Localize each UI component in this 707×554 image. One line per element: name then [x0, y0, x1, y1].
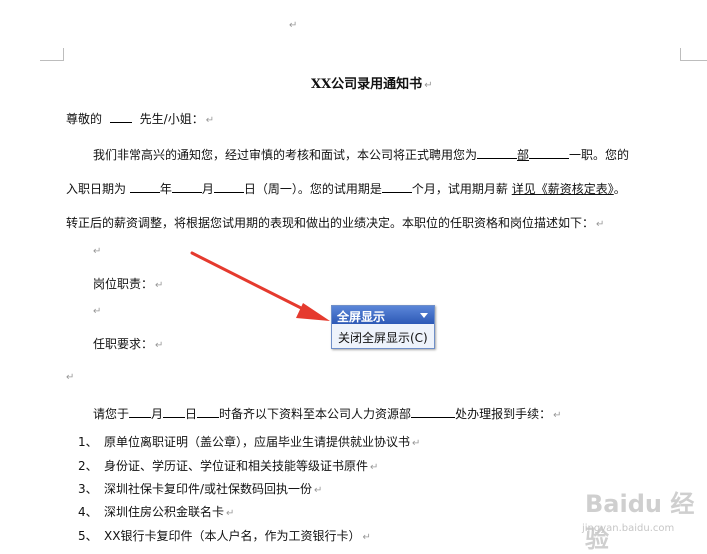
list-item[interactable]: 2、 身份证、学历证、学位证和相关技能等级证书原件 ↵ — [78, 457, 378, 474]
list-item[interactable]: 5、 XX银行卡复印件（本人户名，作为工资银行卡） ↵ — [78, 527, 371, 544]
list-item-text: XX银行卡复印件（本人户名，作为工资银行卡） — [104, 529, 361, 543]
watermark-logo: Baidu 经验 — [585, 490, 695, 553]
report-month-label: 月 — [151, 407, 164, 421]
list-item[interactable]: 3、 深圳社保卡复印件/或社保数码回执一份 ↵ — [78, 480, 322, 497]
salary-label: 个月，试用期月薪 — [411, 182, 508, 196]
annotation-arrow-icon — [190, 251, 330, 321]
watermark-url: jingyan.baidu.com — [582, 523, 675, 534]
paragraph-mark: ↵ — [553, 410, 562, 421]
requirements-label: 任职要求： — [93, 337, 154, 351]
list-item-number: 4、 — [78, 505, 98, 519]
day-blank — [213, 180, 244, 193]
year-blank — [129, 180, 160, 193]
crop-mark-left — [40, 60, 64, 61]
paragraph-mark: ↵ — [424, 80, 433, 91]
dept-label: 部 — [517, 148, 530, 162]
report-text-c: 处办理报到手续： — [455, 407, 552, 421]
paragraph-mark: ↵ — [314, 485, 323, 496]
list-item-number: 3、 — [78, 482, 98, 496]
chevron-down-icon[interactable] — [420, 313, 428, 318]
paragraph-mark: ↵ — [155, 340, 164, 351]
period: 。 — [613, 182, 626, 196]
report-day-label: 日 — [185, 407, 198, 421]
list-item-number: 5、 — [78, 529, 98, 543]
list-item-text: 深圳住房公积金联名卡 — [104, 505, 225, 519]
crop-mark-right-vertical — [680, 48, 681, 61]
month-label: 月 — [201, 182, 214, 196]
report-month-blank — [129, 405, 152, 418]
list-item-text: 深圳社保卡复印件/或社保数码回执一份 — [104, 482, 313, 496]
close-fullscreen-button[interactable]: 关闭全屏显示(C) — [334, 326, 432, 347]
document-title[interactable]: XX公司录用通知书 ↵ — [311, 73, 433, 92]
day-label: 日（周一）。您的试用期是 — [243, 182, 382, 196]
list-item-text: 身份证、学历证、学位证和相关技能等级证书原件 — [104, 459, 369, 473]
paragraph1-line3-text: 转正后的薪资调整，将根据您试用期的表现和做出的业绩决定。本职位的任职资格和岗位描… — [66, 216, 595, 230]
paragraph1-text: 我们非常高兴的通知您，经过审慎的考核和面试，本公司将正式聘用您为 — [93, 148, 478, 162]
crop-mark-right — [680, 60, 707, 61]
probation-blank — [381, 180, 412, 193]
paragraph1-text-end: 一职。您的 — [569, 148, 630, 162]
list-item[interactable]: 4、 深圳住房公积金联名卡 ↵ — [78, 503, 234, 520]
close-fullscreen-label: 关闭全屏显示(C) — [338, 331, 428, 345]
report-text-b: 时备齐以下资料至本公司人力资源部 — [219, 407, 412, 421]
requirements-line[interactable]: 任职要求： ↵ — [93, 335, 163, 352]
report-text-a: 请您于 — [93, 407, 130, 421]
paragraph-mark: ↵ — [362, 532, 371, 543]
report-line[interactable]: 请您于 月 日 时备齐以下资料至本公司人力资源部 处办理报到手续： ↵ — [93, 405, 561, 422]
paragraph-mark: ↵ — [93, 306, 102, 317]
list-item-text: 原单位离职证明（盖公章），应届毕业生请提供就业协议书 — [104, 435, 411, 449]
greeting-line[interactable]: 尊敬的 先生/小姐： ↵ — [66, 110, 214, 127]
month-blank — [171, 180, 202, 193]
paragraph-mark: ↵ — [412, 438, 421, 449]
greeting-prefix: 尊敬的 — [66, 112, 103, 126]
greeting-suffix: 先生/小姐： — [139, 112, 204, 126]
start-date-label: 入职日期为 — [66, 182, 127, 196]
paragraph-mark: ↵ — [93, 246, 102, 257]
position-blank — [529, 146, 570, 159]
salary-table-link[interactable]: 详见《薪资核定表》 — [512, 182, 614, 196]
fullscreen-toolbar: 全屏显示 关闭全屏显示(C) — [331, 305, 435, 349]
duties-line[interactable]: 岗位职责： ↵ — [93, 275, 163, 292]
paragraph1-line1[interactable]: 我们非常高兴的通知您，经过审慎的考核和面试，本公司将正式聘用您为 部 一职。您的 — [93, 146, 629, 163]
report-time-blank — [197, 405, 220, 418]
duties-label: 岗位职责： — [93, 277, 154, 291]
year-label: 年 — [159, 182, 172, 196]
list-item[interactable]: 1、 原单位离职证明（盖公章），应届毕业生请提供就业协议书 ↵ — [78, 433, 420, 450]
report-day-blank — [163, 405, 186, 418]
fullscreen-toolbar-title: 全屏显示 — [337, 310, 386, 324]
paragraph-mark: ↵ — [205, 115, 215, 126]
paragraph-mark: ↵ — [596, 219, 605, 230]
paragraph-mark: ↵ — [370, 462, 379, 473]
paragraph1-line2[interactable]: 入职日期为 年 月 日（周一）。您的试用期是 个月，试用期月薪 详见《薪资核定表》。 — [66, 180, 626, 197]
list-item-number: 2、 — [78, 459, 98, 473]
name-blank — [109, 110, 132, 123]
fullscreen-toolbar-titlebar[interactable]: 全屏显示 — [332, 306, 434, 324]
dept-blank — [477, 146, 518, 159]
paragraph-mark: ↵ — [155, 280, 164, 291]
paragraph-mark: ↵ — [226, 508, 235, 519]
paragraph-mark: ↵ — [289, 20, 298, 31]
report-place-blank — [411, 405, 456, 418]
paragraph1-line3[interactable]: 转正后的薪资调整，将根据您试用期的表现和做出的业绩决定。本职位的任职资格和岗位描… — [66, 214, 604, 231]
paragraph-mark: ↵ — [66, 372, 75, 383]
list-item-number: 1、 — [78, 435, 98, 449]
crop-mark-left-vertical — [63, 48, 64, 61]
title-text: XX公司录用通知书 — [311, 77, 423, 92]
